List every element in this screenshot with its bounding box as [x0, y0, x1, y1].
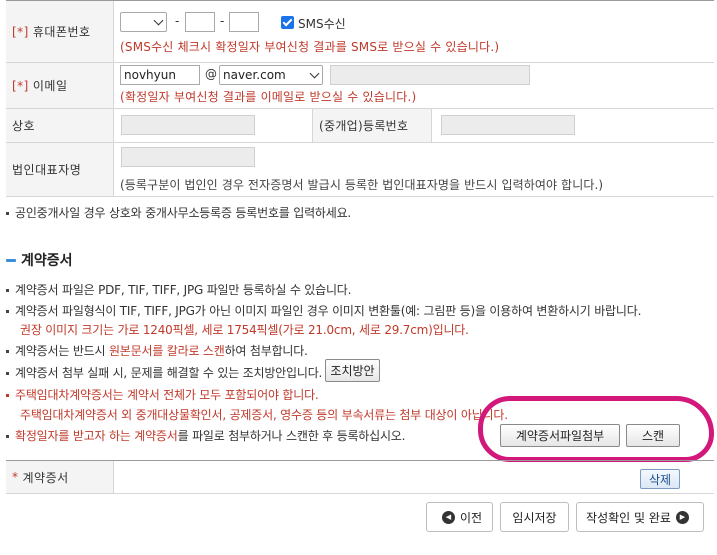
- email-at-sign: @: [205, 67, 217, 81]
- required-mark: [*]: [12, 78, 29, 93]
- contract-bullet-attachments: 주택임대차계약증서 외 중개대상물확인서, 공제증서, 영수증 등의 부속서류는…: [20, 408, 508, 422]
- temp-save-button[interactable]: 임시저장: [500, 502, 569, 532]
- confirm-complete-button[interactable]: 작성확인 및 완료 ▶: [576, 502, 704, 532]
- contract-attachment-row: * 계약증서 삭제: [6, 460, 714, 494]
- email-local-input[interactable]: novhyun: [120, 65, 200, 85]
- registration-number-input[interactable]: [441, 115, 575, 135]
- email-domain-select[interactable]: naver.com: [219, 65, 323, 85]
- chevron-down-icon: [153, 15, 164, 26]
- phone-row: [*] 휴대폰번호 - - SMS수신 (SMS수신 체크시 확정일자 부여신청…: [6, 1, 714, 63]
- representative-label: 법인대표자명: [6, 143, 114, 196]
- applicant-form: [*] 휴대폰번호 - - SMS수신 (SMS수신 체크시 확정일자 부여신청…: [6, 0, 714, 197]
- broker-notice: 공인중개사일 경우 상호와 중개사무소등록증 등록번호를 입력하세요.: [6, 204, 351, 221]
- contract-row-label: * 계약증서: [6, 461, 114, 493]
- contract-bullet-register: 확정일자를 받고자 하는 계약증서를 파일로 첨부하거나 스캔한 후 등록하십시…: [6, 427, 405, 444]
- email-label: [*] 이메일: [6, 63, 114, 108]
- highlight-annotation: [478, 396, 714, 462]
- sms-checkbox[interactable]: [281, 16, 294, 29]
- sms-label: SMS수신: [298, 17, 346, 31]
- contract-section-title: 계약증서: [6, 250, 73, 270]
- registration-number-label: (중개업)등록번호: [312, 109, 432, 142]
- contract-bullet-size: 권장 이미지 크기는 가로 1240픽셀, 세로 1754픽셀(가로 21.0c…: [20, 323, 469, 337]
- representative-note: (등록구분이 법인인 경우 전자증명서 발급시 등록한 법인대표자명을 반드시 …: [120, 178, 604, 192]
- contract-bullet-color-scan: 계약증서는 반드시 원본문서를 칼라로 스캔하여 첨부합니다.: [6, 342, 308, 359]
- email-row: [*] 이메일 novhyun @ naver.com (확정일자 부여신청 결…: [6, 63, 714, 109]
- contract-bullet-failure: 계약증서 첨부 실패 시, 문제를 해결할 수 있는 조치방안입니다.: [6, 364, 322, 381]
- phone-last-input[interactable]: [229, 12, 259, 32]
- phone-label: [*] 휴대폰번호: [6, 1, 114, 62]
- solution-button[interactable]: 조치방안: [325, 359, 380, 382]
- email-domain-input[interactable]: [330, 65, 530, 85]
- section-marker-icon: [6, 258, 16, 262]
- phone-middle-input[interactable]: [185, 12, 215, 32]
- contract-bullet-full-document: 주택임대차계약증서는 계약서 전체가 모두 포함되어야 합니다.: [6, 386, 319, 403]
- required-mark: [*]: [12, 24, 29, 39]
- chevron-down-icon: [309, 68, 320, 79]
- phone-prefix-select[interactable]: [120, 12, 167, 32]
- phone-separator: -: [175, 14, 180, 28]
- contract-bullet-formats: 계약증서 파일은 PDF, TIF, TIFF, JPG 파일만 등록하실 수 …: [6, 281, 351, 298]
- company-name-input[interactable]: [121, 115, 255, 135]
- contract-bullet-convert: 계약증서 파일형식이 TIF, TIFF, JPG가 아닌 이미지 파일인 경우…: [6, 302, 641, 319]
- chevron-right-icon: ▶: [675, 510, 689, 524]
- company-row: 상호 (중개업)등록번호: [6, 109, 714, 143]
- chevron-left-icon: ◀: [441, 510, 455, 524]
- representative-row: 법인대표자명 (등록구분이 법인인 경우 전자증명서 발급시 등록한 법인대표자…: [6, 143, 714, 197]
- delete-button[interactable]: 삭제: [640, 469, 680, 489]
- email-note: (확정일자 부여신청 결과를 이메일로 받으실 수 있습니다.): [120, 90, 417, 104]
- phone-separator: -: [220, 14, 225, 28]
- sms-note: (SMS수신 체크시 확정일자 부여신청 결과를 SMS로 받으실 수 있습니다…: [120, 40, 500, 54]
- prev-button[interactable]: ◀ 이전: [426, 502, 493, 532]
- representative-input[interactable]: [121, 147, 255, 167]
- company-label: 상호: [6, 109, 114, 142]
